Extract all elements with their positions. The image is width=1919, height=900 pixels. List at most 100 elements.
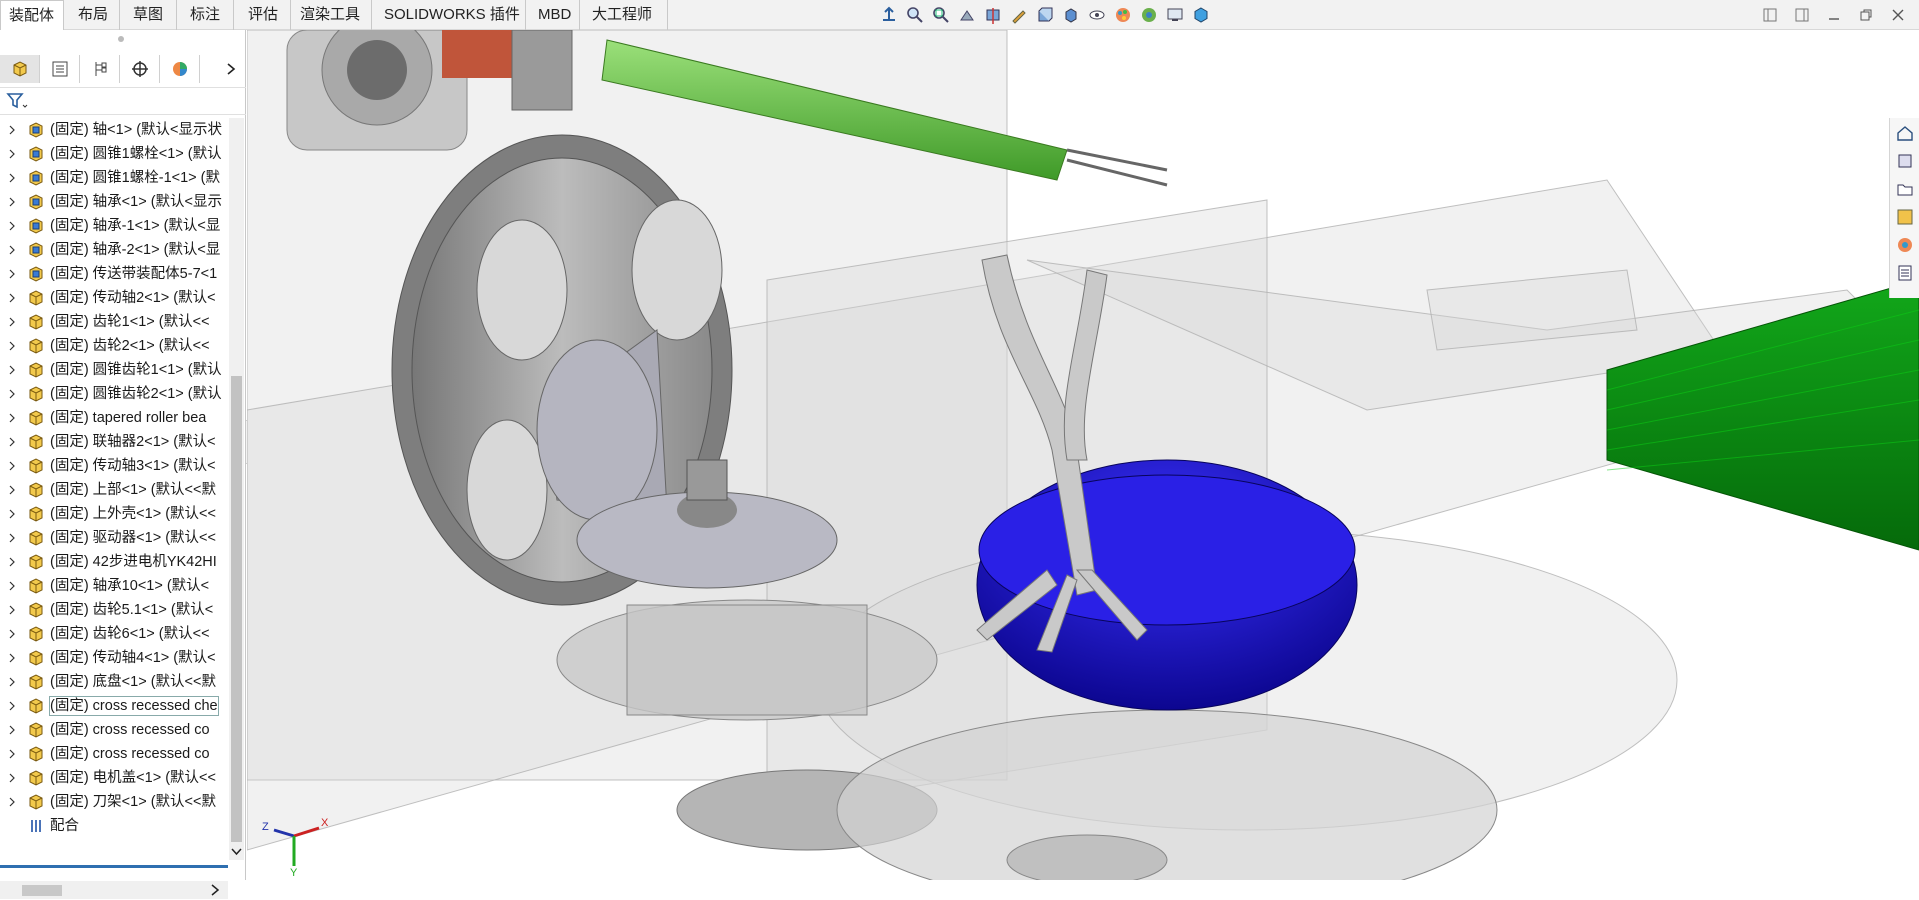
tree-item[interactable]: (固定) 圆锥1螺栓-1<1> (默 (0, 166, 228, 190)
tab-sketch[interactable]: 草图 (125, 0, 177, 30)
previous-view-icon[interactable] (956, 5, 978, 25)
panel-grip[interactable] (118, 36, 124, 42)
expand-arrow-icon[interactable] (8, 579, 16, 591)
3d-view-icon[interactable] (1190, 5, 1212, 25)
view-palette-icon[interactable] (1894, 206, 1916, 228)
tree-vertical-scrollbar[interactable] (229, 118, 244, 860)
custom-properties-icon[interactable] (1894, 262, 1916, 284)
tree-item[interactable]: (固定) 圆锥1螺栓<1> (默认 (0, 142, 228, 166)
appearances-icon[interactable] (1894, 234, 1916, 256)
expand-arrow-icon[interactable] (8, 795, 16, 807)
design-library-icon[interactable] (1894, 150, 1916, 172)
graphics-area[interactable]: Z X Y (247, 30, 1919, 880)
expand-arrow-icon[interactable] (8, 483, 16, 495)
tab-big-engineer[interactable]: 大工程师 (584, 0, 668, 30)
tree-item[interactable]: (固定) 圆锥齿轮1<1> (默认 (0, 358, 228, 382)
expand-arrow-icon[interactable] (8, 363, 16, 375)
tree-item[interactable]: (固定) 底盘<1> (默认<<默 (0, 670, 228, 694)
scrollbar-thumb[interactable] (231, 376, 242, 842)
close-icon[interactable] (1887, 6, 1909, 24)
minimize-icon[interactable] (1823, 6, 1845, 24)
tree-item[interactable]: (固定) tapered roller bea (0, 406, 228, 430)
expand-arrow-icon[interactable] (8, 315, 16, 327)
tree-item[interactable]: (固定) 联轴器2<1> (默认< (0, 430, 228, 454)
tree-item[interactable]: (固定) 轴承<1> (默认<显示 (0, 190, 228, 214)
hide-show-items-icon[interactable] (1086, 5, 1108, 25)
scroll-right-icon[interactable] (210, 883, 220, 900)
expand-arrow-icon[interactable] (8, 123, 16, 135)
tree-item[interactable]: (固定) cross recessed che (0, 694, 228, 718)
expand-arrow-icon[interactable] (8, 699, 16, 711)
filter-icon[interactable] (6, 92, 28, 113)
tab-assembly[interactable]: 装配体 (0, 0, 64, 30)
dynamic-annotation-icon[interactable] (1008, 5, 1030, 25)
view-orientation-menu-icon[interactable] (1034, 5, 1056, 25)
tree-item[interactable]: (固定) 轴承10<1> (默认< (0, 574, 228, 598)
tree-horizontal-scrollbar[interactable] (0, 881, 228, 899)
expand-arrow-icon[interactable] (8, 675, 16, 687)
expand-arrow-icon[interactable] (8, 195, 16, 207)
tree-item[interactable]: (固定) 上外壳<1> (默认<< (0, 502, 228, 526)
tree-item[interactable]: (固定) 轴承-1<1> (默认<显 (0, 214, 228, 238)
view-settings-icon[interactable] (1164, 5, 1186, 25)
tree-item[interactable]: (固定) cross recessed co (0, 718, 228, 742)
restore-icon[interactable] (1855, 6, 1877, 24)
tree-item[interactable]: (固定) 轴承-2<1> (默认<显 (0, 238, 228, 262)
display-manager-icon[interactable] (160, 55, 200, 83)
tab-render-tools[interactable]: 渲染工具 (292, 0, 372, 30)
horizontal-scrollbar-thumb[interactable] (22, 885, 62, 896)
dimxpert-icon[interactable] (120, 55, 160, 83)
tree-item[interactable]: (固定) 电机盖<1> (默认<< (0, 766, 228, 790)
tree-item[interactable]: (固定) cross recessed co (0, 742, 228, 766)
tree-item-mates[interactable]: 配合 (0, 814, 228, 838)
tab-evaluate[interactable]: 评估 (240, 0, 291, 30)
tree-item[interactable]: (固定) 传送带装配体5-7<1 (0, 262, 228, 286)
chevron-right-icon[interactable] (216, 55, 246, 83)
tree-item[interactable]: (固定) 齿轮6<1> (默认<< (0, 622, 228, 646)
expand-arrow-icon[interactable] (8, 171, 16, 183)
scroll-down-icon[interactable] (231, 844, 242, 860)
tree-item[interactable]: (固定) 轴<1> (默认<显示状 (0, 118, 228, 142)
propertymanager-icon[interactable] (40, 55, 80, 83)
home-icon[interactable] (1894, 122, 1916, 144)
tree-item[interactable]: (固定) 齿轮5.1<1> (默认< (0, 598, 228, 622)
tree-item[interactable]: (固定) 圆锥齿轮2<1> (默认 (0, 382, 228, 406)
expand-arrow-icon[interactable] (8, 723, 16, 735)
expand-arrow-icon[interactable] (8, 147, 16, 159)
display-style-icon[interactable] (1060, 5, 1082, 25)
expand-arrow-icon[interactable] (8, 771, 16, 783)
expand-arrow-icon[interactable] (8, 267, 16, 279)
tree-item[interactable]: (固定) 42步进电机YK42HI (0, 550, 228, 574)
tree-item[interactable]: (固定) 齿轮1<1> (默认<< (0, 310, 228, 334)
zoom-area-icon[interactable] (930, 5, 952, 25)
tree-item[interactable]: (固定) 上部<1> (默认<<默 (0, 478, 228, 502)
expand-arrow-icon[interactable] (8, 627, 16, 639)
tree-item[interactable]: (固定) 传动轴2<1> (默认< (0, 286, 228, 310)
expand-arrow-icon[interactable] (8, 339, 16, 351)
edit-appearance-icon[interactable] (1112, 5, 1134, 25)
tab-solidworks-addins[interactable]: SOLIDWORKS 插件 (376, 0, 526, 30)
tree-item[interactable]: (固定) 刀架<1> (默认<<默 (0, 790, 228, 814)
apply-scene-icon[interactable] (1138, 5, 1160, 25)
tab-layout[interactable]: 布局 (70, 0, 120, 30)
expand-arrow-icon[interactable] (8, 651, 16, 663)
tree-item[interactable]: (固定) 齿轮2<1> (默认<< (0, 334, 228, 358)
tile-right-icon[interactable] (1791, 6, 1813, 24)
view-orientation-icon[interactable] (878, 5, 900, 25)
expand-arrow-icon[interactable] (8, 603, 16, 615)
tree-item[interactable]: (固定) 驱动器<1> (默认<< (0, 526, 228, 550)
expand-arrow-icon[interactable] (8, 219, 16, 231)
expand-arrow-icon[interactable] (8, 459, 16, 471)
configurationmanager-icon[interactable] (80, 55, 120, 83)
tree-item[interactable]: (固定) 传动轴4<1> (默认< (0, 646, 228, 670)
expand-arrow-icon[interactable] (8, 531, 16, 543)
tab-mbd[interactable]: MBD (530, 0, 580, 30)
expand-arrow-icon[interactable] (8, 291, 16, 303)
expand-arrow-icon[interactable] (8, 435, 16, 447)
featuremanager-icon[interactable] (0, 55, 40, 83)
expand-arrow-icon[interactable] (8, 507, 16, 519)
expand-arrow-icon[interactable] (8, 555, 16, 567)
expand-arrow-icon[interactable] (8, 747, 16, 759)
expand-arrow-icon[interactable] (8, 411, 16, 423)
section-view-icon[interactable] (982, 5, 1004, 25)
